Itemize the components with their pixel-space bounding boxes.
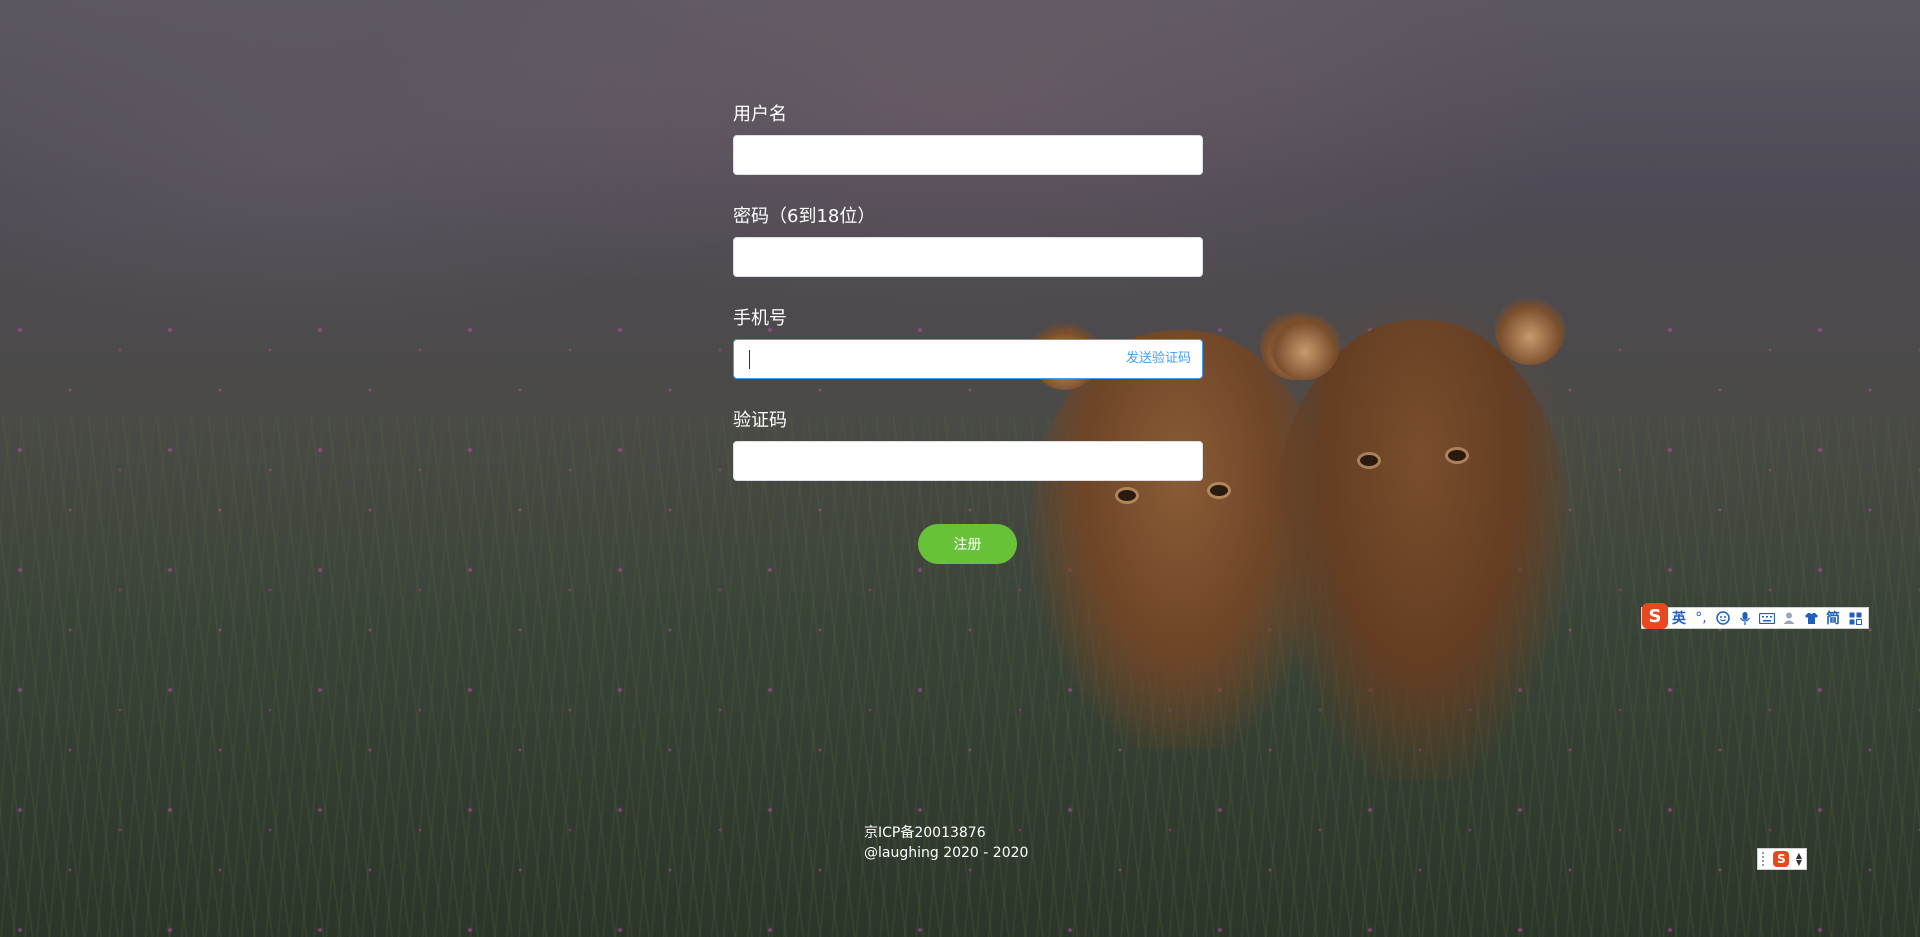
- sogou-logo-icon: S: [1773, 851, 1790, 867]
- icp-record: 京ICP备20013876: [864, 825, 986, 841]
- password-label: 密码（6到18位）: [733, 206, 876, 227]
- send-code-button[interactable]: 发送验证码: [1126, 340, 1191, 378]
- lion-eye: [1448, 450, 1466, 461]
- ime-mini-indicator[interactable]: S ▲ ▼: [1757, 848, 1807, 870]
- username-field-group: 用户名: [733, 100, 1203, 202]
- keyboard-icon[interactable]: [1756, 608, 1778, 628]
- text-caret: [749, 350, 750, 369]
- grid-icon[interactable]: [1844, 608, 1866, 628]
- register-button[interactable]: 注册: [918, 524, 1017, 564]
- phone-field-group: 手机号 发送验证码: [733, 304, 1203, 406]
- code-input[interactable]: [734, 442, 1202, 480]
- register-form: 用户名 密码（6到18位） 手机号 发送验证码 验证码: [733, 100, 1203, 508]
- punctuation-icon[interactable]: °,: [1690, 608, 1712, 628]
- phone-label: 手机号: [733, 308, 787, 329]
- drag-handle-icon[interactable]: [1762, 852, 1767, 866]
- skin-icon[interactable]: [1800, 608, 1822, 628]
- lion-ear: [1495, 295, 1565, 365]
- lion-cub-right: [1270, 295, 1570, 780]
- username-input-wrapper: [733, 135, 1203, 175]
- lion-eye: [1210, 485, 1228, 496]
- ime-toolbar: S 英 °, 简: [1641, 603, 1869, 629]
- password-field-group: 密码（6到18位）: [733, 202, 1203, 304]
- username-label: 用户名: [733, 104, 787, 125]
- footer: 京ICP备20013876 @laughing 2020 - 2020: [864, 823, 1028, 863]
- ime-lang-toggle[interactable]: 英: [1668, 608, 1690, 628]
- password-input-wrapper: [733, 237, 1203, 277]
- sogou-logo-icon[interactable]: S: [1642, 603, 1668, 629]
- up-down-arrows-icon[interactable]: ▲ ▼: [1796, 852, 1802, 867]
- username-input[interactable]: [734, 136, 1202, 174]
- lion-eye: [1360, 455, 1378, 466]
- code-input-wrapper: [733, 441, 1203, 481]
- user-icon[interactable]: [1778, 608, 1800, 628]
- ime-simplified-toggle[interactable]: 简: [1822, 608, 1844, 628]
- microphone-icon[interactable]: [1734, 608, 1756, 628]
- copyright-text: @laughing 2020 - 2020: [864, 845, 1029, 861]
- phone-input-wrapper: 发送验证码: [733, 339, 1203, 379]
- lion-ear: [1270, 310, 1340, 380]
- code-label: 验证码: [733, 410, 787, 431]
- password-input[interactable]: [734, 238, 1202, 276]
- emoji-icon[interactable]: [1712, 608, 1734, 628]
- code-field-group: 验证码: [733, 406, 1203, 508]
